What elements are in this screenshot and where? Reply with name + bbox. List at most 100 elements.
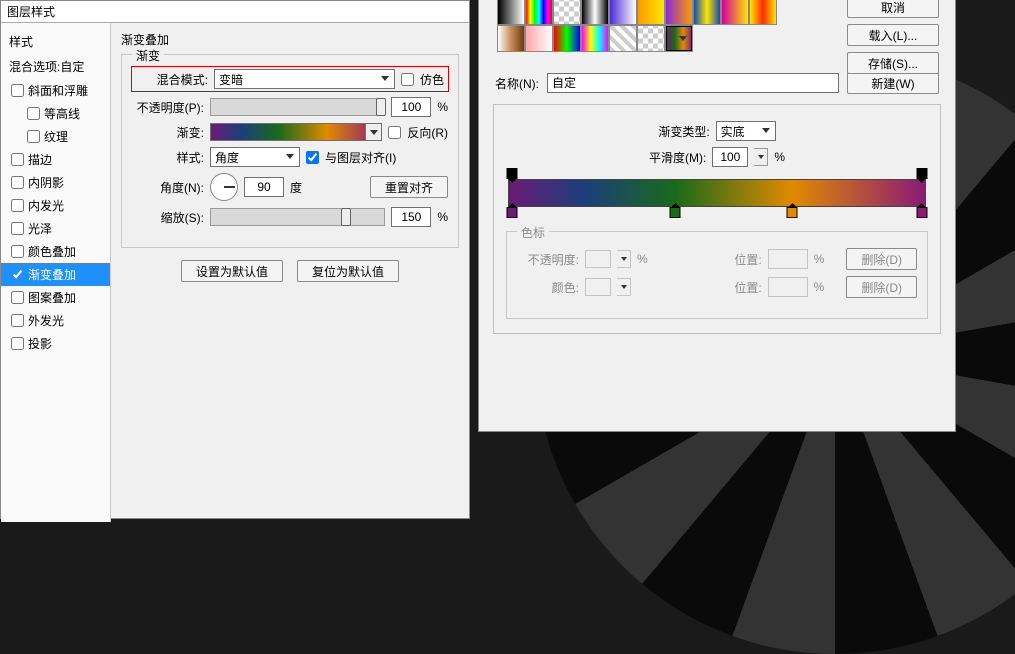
- effect-checkbox[interactable]: [11, 268, 24, 281]
- effect-label: 描边: [28, 151, 52, 168]
- panel-heading: 渐变叠加: [121, 31, 459, 48]
- preset-swatches: [497, 0, 779, 52]
- stop-opacity-location-value: [768, 249, 808, 269]
- gradient-preset[interactable]: [525, 0, 553, 25]
- gradient-preset[interactable]: [525, 25, 553, 52]
- effect-checkbox[interactable]: [27, 107, 40, 120]
- dither-label: 仿色: [420, 71, 444, 88]
- blend-mode-select[interactable]: 变暗: [214, 69, 395, 89]
- opacity-stop[interactable]: [507, 168, 518, 179]
- dither-checkbox[interactable]: [401, 73, 414, 86]
- effect-label: 颜色叠加: [28, 243, 76, 260]
- gradient-preset[interactable]: [749, 0, 777, 25]
- sidebar-item[interactable]: 图案叠加: [1, 286, 110, 309]
- delete-opacity-stop-button: 删除(D): [846, 248, 917, 270]
- sidebar-item[interactable]: 纹理: [1, 125, 110, 148]
- layer-style-sidebar: 样式 混合选项:自定 斜面和浮雕等高线纹理描边内阴影内发光光泽颜色叠加渐变叠加图…: [1, 23, 111, 522]
- stop-opacity-value: [585, 250, 611, 268]
- gradient-type-select[interactable]: 实底: [716, 121, 776, 141]
- stop-opacity-label: 不透明度:: [517, 251, 579, 268]
- sidebar-styles-header[interactable]: 样式: [1, 29, 110, 54]
- effect-checkbox[interactable]: [11, 314, 24, 327]
- reverse-checkbox[interactable]: [388, 126, 401, 139]
- reset-align-button[interactable]: 重置对齐: [370, 176, 448, 198]
- effect-checkbox[interactable]: [11, 337, 24, 350]
- gradient-preset[interactable]: [721, 0, 749, 25]
- set-default-button[interactable]: 设置为默认值: [181, 260, 283, 282]
- scale-label: 缩放(S):: [132, 209, 204, 226]
- gradient-swatch[interactable]: [210, 123, 382, 141]
- effect-label: 图案叠加: [28, 289, 76, 306]
- stop-color-location-value: [768, 277, 808, 297]
- stop-color-dropdown-icon: [617, 278, 631, 296]
- align-checkbox[interactable]: [306, 151, 319, 164]
- opacity-stop[interactable]: [916, 168, 927, 179]
- effect-checkbox[interactable]: [11, 245, 24, 258]
- angle-value[interactable]: 90: [244, 177, 284, 197]
- gradient-preset[interactable]: [665, 25, 693, 52]
- scale-value[interactable]: 150: [391, 207, 431, 227]
- load-button[interactable]: 载入(L)...: [847, 24, 939, 46]
- gradient-preset[interactable]: [553, 0, 581, 25]
- gradient-legend: 渐变: [132, 47, 164, 64]
- sidebar-item[interactable]: 渐变叠加: [1, 263, 110, 286]
- name-input[interactable]: 自定: [547, 73, 839, 93]
- gradient-preset[interactable]: [637, 25, 665, 52]
- sidebar-blend-options[interactable]: 混合选项:自定: [1, 54, 110, 79]
- color-stop[interactable]: [670, 207, 681, 218]
- effect-checkbox[interactable]: [11, 222, 24, 235]
- color-stop[interactable]: [916, 207, 927, 218]
- gradient-preset[interactable]: [609, 25, 637, 52]
- scale-slider[interactable]: [210, 208, 385, 226]
- gradient-preset[interactable]: [497, 25, 525, 52]
- sidebar-item[interactable]: 内阴影: [1, 171, 110, 194]
- stop-opacity-location-label: 位置:: [734, 251, 761, 268]
- blend-mode-label: 混合模式:: [136, 71, 208, 88]
- stop-color-swatch: [585, 278, 611, 296]
- color-stop[interactable]: [507, 207, 518, 218]
- effect-checkbox[interactable]: [11, 176, 24, 189]
- effect-checkbox[interactable]: [11, 84, 24, 97]
- effect-checkbox[interactable]: [11, 153, 24, 166]
- gradient-preset[interactable]: [553, 25, 581, 52]
- effect-label: 等高线: [44, 105, 80, 122]
- sidebar-item[interactable]: 描边: [1, 148, 110, 171]
- gradient-editor-dialog: 取消 载入(L)... 存储(S)... 名称(N): 自定 新建(W) 渐变类…: [478, 0, 956, 432]
- effect-checkbox[interactable]: [11, 199, 24, 212]
- sidebar-item[interactable]: 内发光: [1, 194, 110, 217]
- smoothness-value[interactable]: 100: [712, 147, 748, 167]
- opacity-value[interactable]: 100: [391, 97, 431, 117]
- style-select[interactable]: 角度: [210, 147, 300, 167]
- angle-dial[interactable]: [210, 173, 238, 201]
- gradient-preset[interactable]: [665, 0, 693, 25]
- sidebar-item[interactable]: 颜色叠加: [1, 240, 110, 263]
- stop-color-location-label: 位置:: [734, 279, 761, 296]
- cancel-button[interactable]: 取消: [847, 0, 939, 18]
- gradient-preset[interactable]: [609, 0, 637, 25]
- opacity-slider[interactable]: [210, 98, 385, 116]
- sidebar-item[interactable]: 投影: [1, 332, 110, 355]
- gradient-preset[interactable]: [637, 0, 665, 25]
- sidebar-item[interactable]: 等高线: [1, 102, 110, 125]
- effect-checkbox[interactable]: [27, 130, 40, 143]
- gradient-type-label: 渐变类型:: [658, 123, 709, 140]
- gradient-preset[interactable]: [581, 25, 609, 52]
- new-button[interactable]: 新建(W): [847, 72, 939, 94]
- gradient-bar[interactable]: [508, 179, 926, 207]
- gradient-preset[interactable]: [693, 0, 721, 25]
- stop-opacity-dropdown-icon: [617, 250, 631, 268]
- gradient-preset[interactable]: [581, 0, 609, 25]
- smoothness-dropdown-icon[interactable]: [754, 148, 768, 166]
- effect-checkbox[interactable]: [11, 291, 24, 304]
- reset-default-button[interactable]: 复位为默认值: [297, 260, 399, 282]
- sidebar-item[interactable]: 光泽: [1, 217, 110, 240]
- save-button[interactable]: 存储(S)...: [847, 52, 939, 74]
- layer-style-title: 图层样式: [1, 1, 469, 23]
- sidebar-item[interactable]: 斜面和浮雕: [1, 79, 110, 102]
- sidebar-item[interactable]: 外发光: [1, 309, 110, 332]
- layer-style-dialog: 图层样式 样式 混合选项:自定 斜面和浮雕等高线纹理描边内阴影内发光光泽颜色叠加…: [0, 0, 470, 519]
- name-label: 名称(N):: [495, 75, 539, 92]
- gradient-swatch-dropdown-icon[interactable]: [365, 124, 381, 140]
- color-stop[interactable]: [787, 207, 798, 218]
- gradient-preset[interactable]: [497, 0, 525, 25]
